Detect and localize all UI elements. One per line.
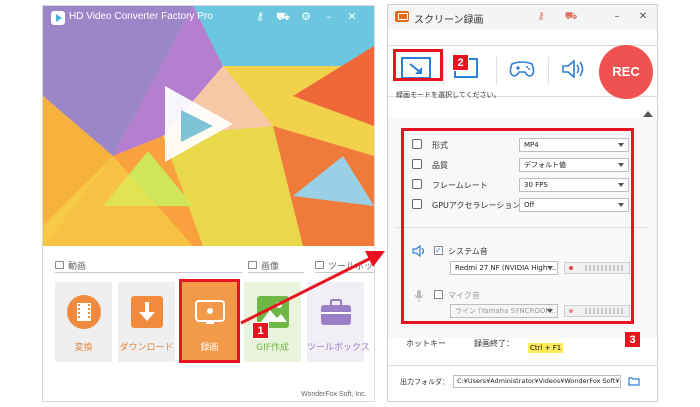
- tile-label: 変換: [74, 343, 93, 353]
- cart-icon[interactable]: ⛟: [564, 10, 578, 24]
- mode-separator: [548, 57, 549, 85]
- key-icon[interactable]: ⚷: [534, 10, 548, 24]
- output-divider: [388, 365, 657, 366]
- video-section-icon: [55, 261, 64, 269]
- tile-download[interactable]: ダウンロード: [118, 282, 175, 362]
- download-icon: [131, 296, 163, 328]
- audio-only-icon[interactable]: [560, 57, 586, 81]
- gear-icon[interactable]: ⚙: [299, 10, 313, 24]
- close-icon[interactable]: ✕: [636, 10, 650, 24]
- section-label-video: 動画: [68, 262, 87, 272]
- mode-separator: [496, 57, 497, 85]
- annotation-box-1: [179, 279, 240, 363]
- tile-label: GIF作成: [256, 343, 289, 353]
- close-icon[interactable]: ✕: [345, 10, 359, 24]
- hero-artwork: [43, 6, 374, 246]
- title-bar: HD Video Converter Factory Pro ⚷ ⛟ ⚙ – ✕: [43, 6, 374, 30]
- film-icon: [67, 295, 101, 329]
- hotkey-label: ホットキー: [406, 339, 446, 348]
- app-logo-icon: [51, 11, 65, 25]
- app-title: HD Video Converter Factory Pro: [69, 11, 213, 22]
- recorder-logo-icon: [395, 11, 409, 22]
- cart-icon[interactable]: ⛟: [276, 10, 290, 24]
- mode-separator: [443, 57, 444, 85]
- output-path-field[interactable]: C:¥Users¥Administrator¥Videos¥WonderFox …: [453, 375, 621, 388]
- tile-convert[interactable]: 変換: [55, 282, 112, 362]
- hotkey-end-label: 録画終了：: [474, 339, 514, 348]
- collapse-arrow-icon[interactable]: [643, 111, 653, 117]
- minimize-icon[interactable]: –: [322, 10, 336, 24]
- tile-label: ツールボックス: [307, 343, 370, 353]
- section-divider: [55, 272, 242, 273]
- key-icon[interactable]: ⚷: [253, 10, 267, 24]
- annotation-box-3: [401, 128, 634, 324]
- tile-label: ダウンロード: [119, 343, 174, 353]
- rec-button[interactable]: REC: [599, 45, 653, 99]
- annotation-box-2: [393, 49, 443, 81]
- annotation-badge-2: 2: [452, 54, 469, 71]
- recorder-title-bar: スクリーン録画 ⚷ ⛟ – ✕: [388, 5, 657, 29]
- output-folder-label: 出力フォルダ：: [400, 378, 449, 386]
- annotation-arrow: [240, 251, 385, 325]
- minimize-icon[interactable]: –: [610, 10, 624, 24]
- hotkey-value[interactable]: Ctrl + F1: [528, 343, 564, 353]
- mode-hint: 録画モードを選択してください。: [396, 91, 501, 99]
- recorder-title: スクリーン録画: [414, 15, 484, 26]
- game-controller-icon[interactable]: [508, 58, 536, 80]
- footer-brand: WonderFox Soft, Inc.: [301, 391, 367, 398]
- folder-icon[interactable]: [628, 376, 640, 386]
- annotation-badge-3: 3: [624, 331, 641, 348]
